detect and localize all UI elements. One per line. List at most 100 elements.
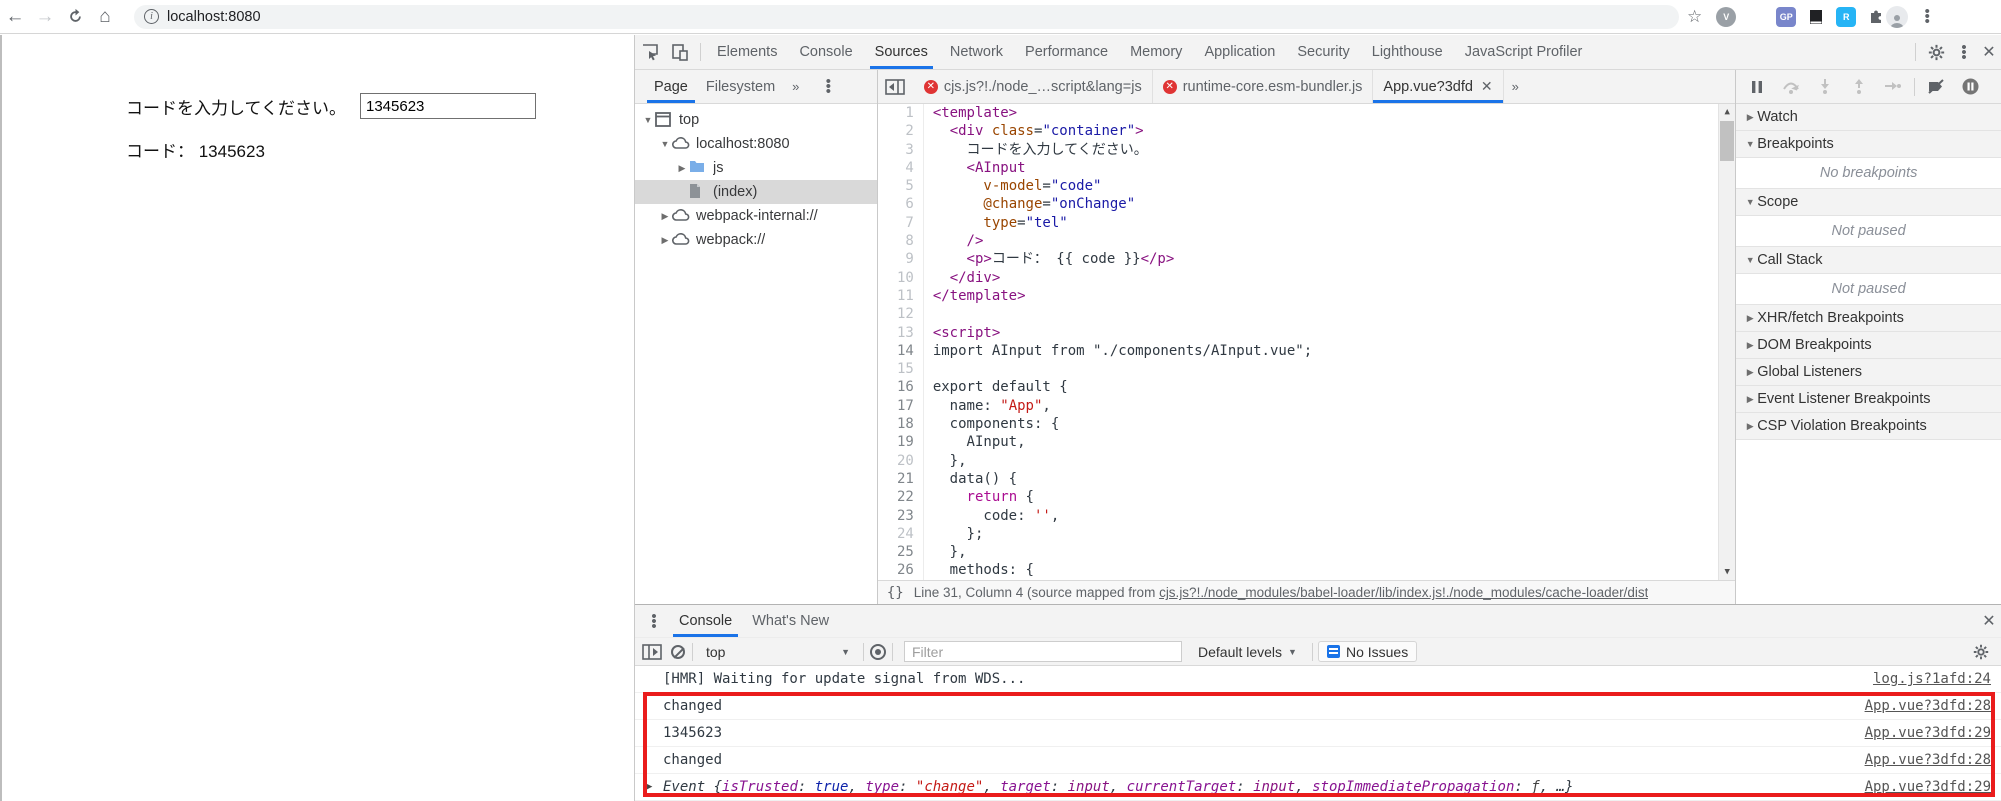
reload-button[interactable] — [60, 2, 90, 32]
drawer-menu-kebab-icon[interactable]: • • • — [647, 609, 661, 634]
line-number[interactable]: 23 — [878, 507, 914, 525]
tree-item-webpack[interactable]: ▶ webpack:// — [635, 228, 877, 252]
log-levels-dropdown[interactable]: Default levels ▼ — [1188, 644, 1307, 660]
gear-extension-icon[interactable] — [1746, 7, 1766, 27]
back-button[interactable]: ← — [0, 2, 30, 32]
extensions-puzzle-icon[interactable] — [1866, 7, 1886, 27]
step-over-icon[interactable] — [1782, 79, 1800, 95]
devtools-tab-sources[interactable]: Sources — [864, 35, 939, 69]
pretty-print-icon[interactable]: {} — [887, 585, 904, 601]
expander-icon[interactable]: ▶ — [675, 163, 689, 174]
line-number[interactable]: 21 — [878, 470, 914, 488]
tree-item-webpack-internal[interactable]: ▶ webpack-internal:// — [635, 204, 877, 228]
context-selector[interactable]: top ▼ — [698, 644, 858, 660]
file-tab-app-vue-3dfd[interactable]: App.vue?3dfd ✕ — [1373, 70, 1504, 103]
scrollbar-thumb[interactable] — [1720, 121, 1735, 161]
line-number[interactable]: 8 — [878, 232, 913, 250]
line-number[interactable]: 3 — [878, 141, 913, 159]
console-tab-what-s-new[interactable]: What's New — [742, 605, 839, 637]
console-sidebar-icon[interactable] — [642, 643, 662, 660]
section-header-xhr-fetch-breakpoints[interactable]: ▶ XHR/fetch Breakpoints — [1736, 305, 2001, 332]
tree-item-js[interactable]: ▶ js — [635, 156, 877, 180]
source-map-link[interactable]: cjs.js?!./node_modules/babel-loader/lib/… — [1159, 585, 1648, 600]
line-number[interactable]: 1 — [878, 104, 913, 122]
code-editor[interactable]: 1 2 3 4 5 6 7 8 9 10 11 12 13 14 15 16 17 18 19 20 21 22 23 24 2… — [877, 104, 1736, 580]
console-settings-gear-icon[interactable] — [1971, 642, 1991, 662]
bookmark-star-icon[interactable]: ☆ — [1687, 7, 1702, 27]
pause-on-exceptions-icon[interactable] — [1961, 78, 1979, 95]
line-number[interactable]: 4 — [878, 159, 913, 177]
line-number[interactable]: 2 — [878, 122, 913, 140]
line-number[interactable]: 13 — [878, 324, 914, 342]
tree-item-localhost-8080[interactable]: ▼ localhost:8080 — [635, 132, 877, 156]
line-number[interactable]: 12 — [878, 305, 914, 323]
expander-icon[interactable]: ▼ — [658, 139, 672, 149]
devtools-tab-memory[interactable]: Memory — [1119, 35, 1193, 69]
navigator-tab-page[interactable]: Page — [645, 70, 697, 103]
section-header-global-listeners[interactable]: ▶ Global Listeners — [1736, 359, 2001, 386]
devtools-close-icon[interactable]: ✕ — [1977, 42, 2001, 62]
line-number[interactable]: 20 — [878, 452, 914, 470]
source-location-link[interactable]: App.vue?3dfd:29 — [1865, 725, 1991, 741]
line-number[interactable]: 22 — [878, 488, 914, 506]
line-number[interactable]: 17 — [878, 397, 914, 415]
source-location-link[interactable]: log.js?1afd:24 — [1873, 671, 1991, 687]
scroll-up-icon[interactable]: ▲ — [1719, 104, 1735, 120]
console-tab-console[interactable]: Console — [669, 605, 742, 638]
line-number[interactable]: 25 — [878, 543, 914, 561]
gp-extension-icon[interactable]: GP — [1776, 6, 1797, 27]
close-tab-icon[interactable]: ✕ — [1481, 78, 1493, 95]
devtools-tab-javascript-profiler[interactable]: JavaScript Profiler — [1454, 35, 1594, 69]
navigator-tab-filesystem[interactable]: Filesystem — [697, 70, 784, 103]
section-header-event-listener-breakpoints[interactable]: ▶ Event Listener Breakpoints — [1736, 386, 2001, 413]
issues-button[interactable]: No Issues — [1317, 641, 1418, 663]
devtools-tab-security[interactable]: Security — [1286, 35, 1360, 69]
line-number[interactable]: 7 — [878, 214, 913, 232]
expand-object-icon[interactable]: ▶ — [647, 782, 657, 792]
devtools-tab-lighthouse[interactable]: Lighthouse — [1361, 35, 1454, 69]
source-location-link[interactable]: App.vue?3dfd:29 — [1865, 779, 1991, 795]
expander-icon[interactable]: ▶ — [658, 235, 672, 246]
r-extension-icon[interactable]: R — [1836, 6, 1857, 27]
section-header-dom-breakpoints[interactable]: ▶ DOM Breakpoints — [1736, 332, 2001, 359]
profile-avatar[interactable] — [1886, 5, 1909, 28]
navigator-menu-kebab-icon[interactable]: • • • — [821, 74, 835, 99]
file-tab-cjs-js-node-script-lang-js[interactable]: ✕ cjs.js?!./node_…script&lang=js — [914, 70, 1153, 103]
forward-button[interactable]: → — [30, 2, 60, 32]
line-number[interactable]: 15 — [878, 360, 914, 378]
more-panes-chevron-icon[interactable]: » — [784, 79, 807, 94]
step-into-icon[interactable] — [1816, 79, 1834, 95]
section-header-watch[interactable]: ▶ Watch — [1736, 104, 2001, 131]
inspect-element-icon[interactable] — [640, 42, 660, 62]
line-number[interactable]: 24 — [878, 525, 914, 543]
address-bar[interactable]: i localhost:8080 — [134, 4, 1679, 29]
device-toolbar-icon[interactable] — [670, 42, 690, 62]
line-number[interactable]: 11 — [878, 287, 914, 305]
line-number[interactable]: 18 — [878, 415, 914, 433]
page-info-icon[interactable]: i — [144, 9, 159, 24]
pause-script-icon[interactable] — [1748, 79, 1766, 95]
step-icon[interactable] — [1884, 79, 1902, 95]
expander-icon[interactable]: ▼ — [641, 115, 655, 125]
drawer-close-icon[interactable]: ✕ — [1977, 611, 2001, 631]
file-tab-runtime-core-esm-bundler-js[interactable]: ✕ runtime-core.esm-bundler.js — [1153, 70, 1374, 103]
browser-menu-kebab-icon[interactable]: • • • — [1920, 4, 1934, 29]
more-tabs-chevron-icon[interactable]: » — [1504, 79, 1527, 94]
editor-scrollbar[interactable]: ▲ ▼ — [1718, 104, 1736, 580]
notebook-extension-icon[interactable] — [1806, 7, 1826, 27]
line-number[interactable]: 10 — [878, 269, 914, 287]
devtools-tab-console[interactable]: Console — [788, 35, 863, 69]
clear-console-icon[interactable] — [669, 644, 687, 660]
line-number[interactable]: 16 — [878, 378, 914, 396]
section-header-csp-violation-breakpoints[interactable]: ▶ CSP Violation Breakpoints — [1736, 413, 2001, 440]
section-header-scope[interactable]: ▼ Scope — [1736, 189, 2001, 216]
home-button[interactable]: ⌂ — [90, 2, 120, 32]
devtools-tab-application[interactable]: Application — [1193, 35, 1286, 69]
section-header-breakpoints[interactable]: ▼ Breakpoints — [1736, 131, 2001, 158]
code-content[interactable]: <template> <div class="container"> コードを入… — [922, 104, 1718, 580]
hide-navigator-icon[interactable] — [885, 78, 907, 95]
devtools-tab-elements[interactable]: Elements — [706, 35, 788, 69]
devtools-menu-kebab-icon[interactable]: • • • — [1957, 40, 1971, 65]
tree-item-top[interactable]: ▼ top — [635, 108, 877, 132]
line-number[interactable]: 5 — [878, 177, 913, 195]
